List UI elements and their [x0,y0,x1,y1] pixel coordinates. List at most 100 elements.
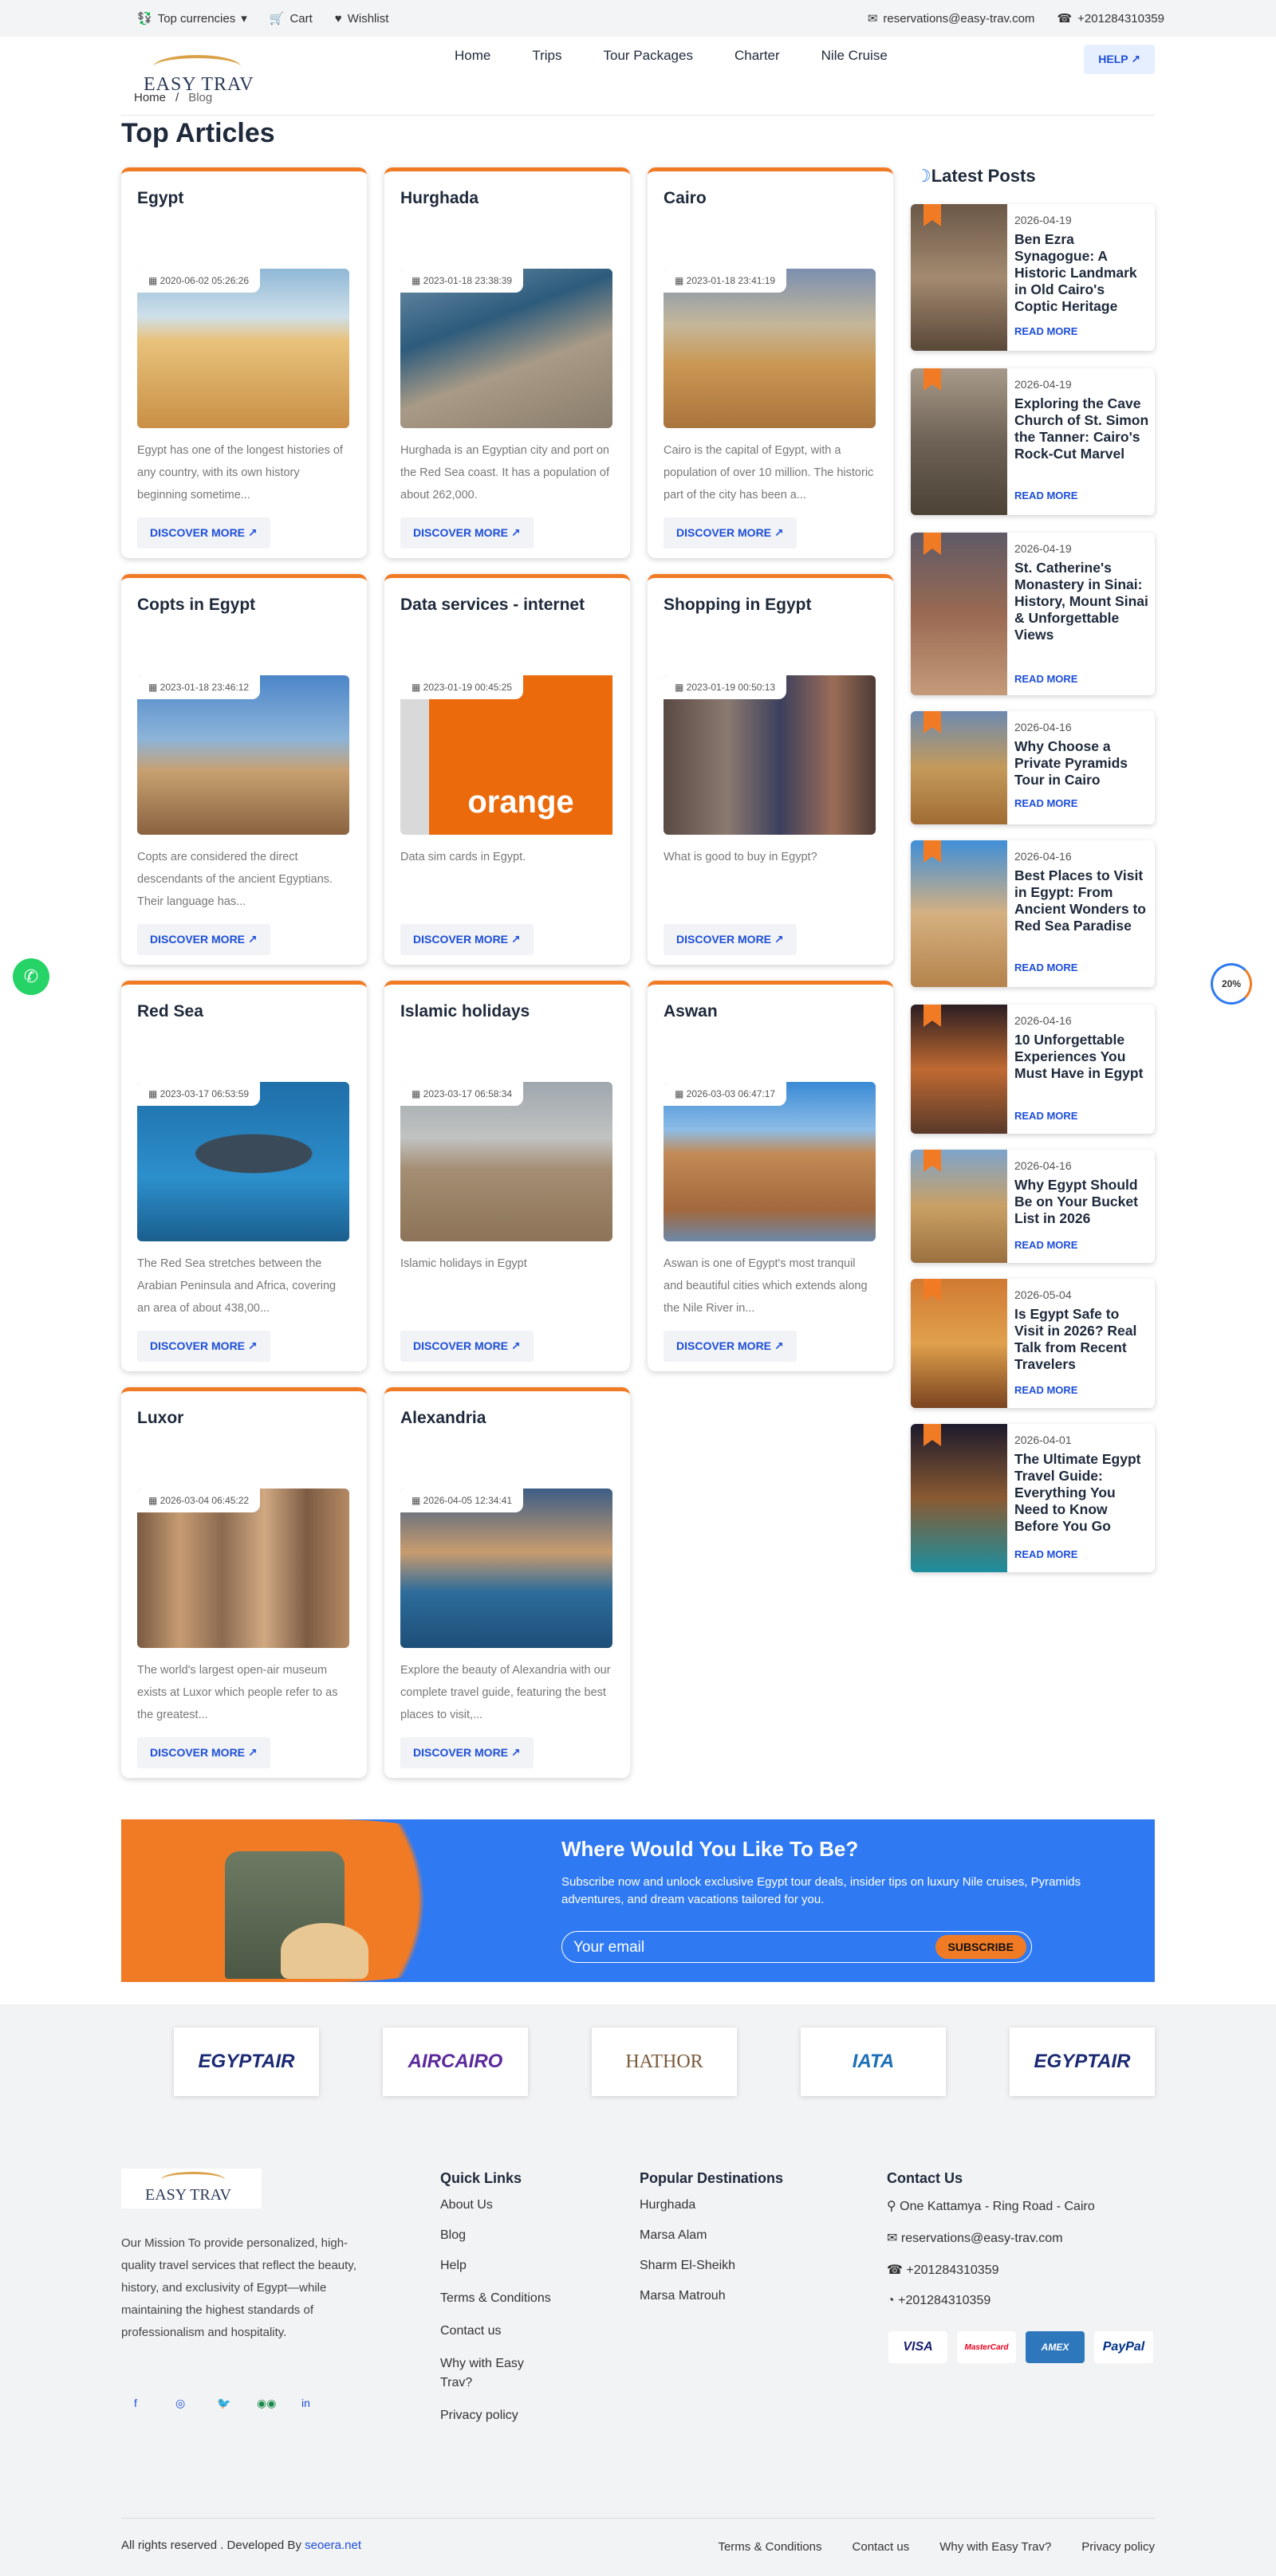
article-card[interactable]: Luxor ▦ 2026-03-04 06:45:22 The world's … [121,1387,367,1778]
bottom-link-terms[interactable]: Terms & Conditions [718,2540,821,2554]
card-title[interactable]: Alexandria [400,1409,486,1428]
cart-link[interactable]: 🛒 Cart [270,11,313,26]
discover-more-button[interactable]: DISCOVER MORE ↗ [400,1331,534,1362]
discover-more-button[interactable]: DISCOVER MORE ↗ [664,517,797,549]
read-more-link[interactable]: READ MORE [1014,962,1077,973]
footer-link-terms[interactable]: Terms & Conditions [440,2289,552,2308]
read-more-link[interactable]: READ MORE [1014,1548,1077,1560]
card-title[interactable]: Data services - internet [400,596,585,615]
social-instagram-icon[interactable]: ◎ [175,2397,185,2410]
card-image[interactable] [137,269,349,428]
latest-post[interactable]: 2026-04-16 Best Places to Visit in Egypt… [911,840,1155,987]
article-card[interactable]: Aswan ▦ 2026-03-03 06:47:17 Aswan is one… [648,981,893,1371]
card-image[interactable] [400,269,612,428]
destination-link[interactable]: Marsa Alam [640,2228,783,2243]
post-image[interactable] [911,368,1007,515]
card-image[interactable] [137,1082,349,1241]
card-title[interactable]: Copts in Egypt [137,596,255,615]
read-more-link[interactable]: READ MORE [1014,1110,1077,1122]
card-image[interactable] [400,1489,612,1648]
card-title[interactable]: Islamic holidays [400,1002,530,1021]
card-image[interactable] [664,1082,876,1241]
latest-post[interactable]: 2026-04-16 10 Unforgettable Experiences … [911,1005,1155,1134]
card-title[interactable]: Aswan [664,1002,718,1021]
footer-email[interactable]: ✉ reservations@easy-trav.com [887,2230,1095,2246]
latest-post[interactable]: 2026-04-16 Why Choose a Private Pyramids… [911,711,1155,824]
nav-trips[interactable]: Trips [532,48,561,64]
article-card[interactable]: Shopping in Egypt ▦ 2023-01-19 00:50:13 … [648,574,893,965]
discover-more-button[interactable]: DISCOVER MORE ↗ [400,924,534,955]
post-title[interactable]: Ben Ezra Synagogue: A Historic Landmark … [1014,231,1150,315]
post-title[interactable]: Why Egypt Should Be on Your Bucket List … [1014,1177,1150,1227]
card-image[interactable] [137,1489,349,1648]
post-title[interactable]: St. Catherine's Monastery in Sinai: Hist… [1014,560,1150,643]
latest-post[interactable]: 2026-04-16 Why Egypt Should Be on Your B… [911,1150,1155,1263]
destination-link[interactable]: Hurghada [640,2198,783,2212]
footer-phone[interactable]: ☎ +201284310359 [887,2262,1095,2278]
discover-more-button[interactable]: DISCOVER MORE ↗ [137,517,270,549]
discover-more-button[interactable]: DISCOVER MORE ↗ [400,1737,534,1768]
article-card[interactable]: Egypt ▦ 2020-06-02 05:26:26 Egypt has on… [121,167,367,558]
help-button[interactable]: HELP ↗ [1084,45,1155,74]
footer-link-contact[interactable]: Contact us [440,2324,552,2338]
post-image[interactable] [911,1424,1007,1572]
article-card[interactable]: Copts in Egypt ▦ 2023-01-18 23:46:12 Cop… [121,574,367,965]
topbar-email-link[interactable]: ✉ reservations@easy-trav.com [868,11,1035,26]
card-title[interactable]: Cairo [664,189,707,208]
footer-link-blog[interactable]: Blog [440,2228,552,2243]
social-facebook-icon[interactable]: f [134,2397,137,2409]
post-title[interactable]: The Ultimate Egypt Travel Guide: Everyth… [1014,1451,1150,1535]
read-more-link[interactable]: READ MORE [1014,1384,1077,1396]
card-image[interactable] [664,675,876,835]
post-title[interactable]: 10 Unforgettable Experiences You Must Ha… [1014,1032,1150,1082]
read-more-link[interactable]: READ MORE [1014,797,1077,809]
latest-post[interactable]: 2026-05-04 Is Egypt Safe to Visit in 202… [911,1279,1155,1408]
discover-more-button[interactable]: DISCOVER MORE ↗ [137,1331,270,1362]
card-image[interactable] [664,269,876,428]
nav-tour-packages[interactable]: Tour Packages [604,48,693,64]
bottom-link-contact[interactable]: Contact us [853,2540,910,2554]
article-card[interactable]: Islamic holidays ▦ 2023-03-17 06:58:34 I… [384,981,630,1371]
post-image[interactable] [911,533,1007,695]
currency-dropdown[interactable]: 💱 Top currencies ▾ [137,11,247,26]
breadcrumb-home[interactable]: Home [134,91,166,104]
latest-post[interactable]: 2026-04-01 The Ultimate Egypt Travel Gui… [911,1424,1155,1572]
post-image[interactable] [911,204,1007,351]
subscribe-button[interactable]: SUBSCRIBE [935,1935,1026,1959]
discover-more-button[interactable]: DISCOVER MORE ↗ [664,924,797,955]
nav-nile-cruise[interactable]: Nile Cruise [821,48,888,64]
bottom-link-privacy[interactable]: Privacy policy [1081,2540,1155,2554]
article-card[interactable]: Cairo ▦ 2023-01-18 23:41:19 Cairo is the… [648,167,893,558]
card-title[interactable]: Red Sea [137,1002,203,1021]
social-tripadvisor-icon[interactable]: ◉◉ [257,2397,276,2410]
footer-link-help[interactable]: Help [440,2259,552,2273]
footer-link-privacy[interactable]: Privacy policy [440,2409,552,2423]
post-title[interactable]: Exploring the Cave Church of St. Simon t… [1014,395,1150,462]
footer-logo[interactable]: EASY TRAV [121,2169,262,2208]
footer-whatsapp[interactable]: ◔ +201284310359 [887,2294,1095,2308]
card-title[interactable]: Egypt [137,189,183,208]
post-title[interactable]: Is Egypt Safe to Visit in 2026? Real Tal… [1014,1306,1150,1373]
discover-more-button[interactable]: DISCOVER MORE ↗ [664,1331,797,1362]
post-title[interactable]: Best Places to Visit in Egypt: From Anci… [1014,867,1150,934]
article-card[interactable]: Red Sea ▦ 2023-03-17 06:53:59 The Red Se… [121,981,367,1371]
read-more-link[interactable]: READ MORE [1014,1239,1077,1251]
whatsapp-float-button[interactable]: ✆ [13,958,49,995]
scroll-progress-indicator[interactable]: 20% [1211,963,1252,1005]
footer-link-why[interactable]: Why with Easy Trav? [440,2354,552,2393]
nav-home[interactable]: Home [455,48,490,64]
card-image[interactable] [400,1082,612,1241]
footer-link-about[interactable]: About Us [440,2198,552,2212]
bottom-link-why[interactable]: Why with Easy Trav? [939,2540,1051,2554]
discover-more-button[interactable]: DISCOVER MORE ↗ [137,1737,270,1768]
card-image[interactable]: orange [400,675,612,835]
article-card[interactable]: Alexandria ▦ 2026-04-05 12:34:41 Explore… [384,1387,630,1778]
discover-more-button[interactable]: DISCOVER MORE ↗ [137,924,270,955]
card-title[interactable]: Luxor [137,1409,183,1428]
post-image[interactable] [911,840,1007,987]
wishlist-link[interactable]: ♥ Wishlist [335,12,389,26]
developer-link[interactable]: seoera.net [305,2539,361,2552]
email-input[interactable]: Your email [573,1939,644,1957]
social-twitter-icon[interactable]: 🐦 [217,2397,230,2410]
topbar-phone-link[interactable]: ☎ +201284310359 [1057,11,1164,26]
